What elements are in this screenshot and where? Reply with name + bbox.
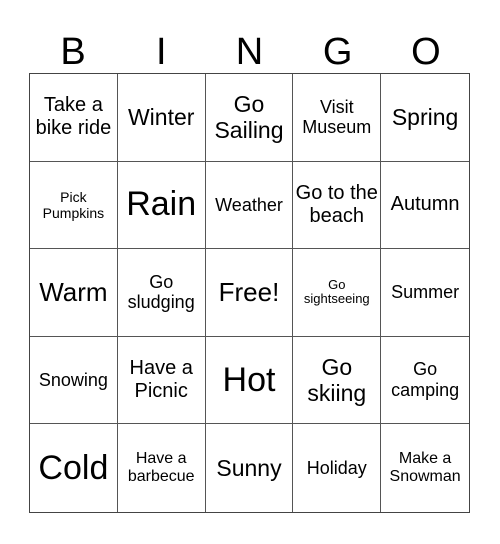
bingo-cell[interactable]: Cold [30,424,118,512]
bingo-cell[interactable]: Take a bike ride [30,74,118,162]
header-letter-g: G [322,31,353,73]
bingo-cell[interactable]: Spring [381,74,469,162]
header-letter-n: N [235,31,264,73]
bingo-cell[interactable]: Sunny [206,424,294,512]
bingo-cell[interactable]: Summer [381,249,469,337]
bingo-cell[interactable]: Autumn [381,162,469,250]
bingo-cell[interactable]: Snowing [30,336,118,425]
bingo-cell[interactable]: Hot [205,336,294,425]
bingo-card-grid: Take a bike ride Winter Go Sailing Visit Mu… [29,73,470,513]
bingo-cell[interactable]: Warm [30,249,118,337]
bingo-cell[interactable]: Rain [117,161,206,250]
bingo-cell[interactable]: Go sludging [117,249,206,337]
bingo-cell[interactable]: Go sightseeing [293,249,382,337]
bingo-cell[interactable]: Make a Snowman [381,424,469,512]
bingo-cell[interactable]: Free! [205,249,294,337]
bingo-cell[interactable]: Pick Pumpkins [30,161,118,250]
bingo-cell[interactable]: Have a barbecue [118,424,206,512]
bingo-header: B I N G O [29,30,470,74]
bingo-cell[interactable]: Visit Museum [293,74,382,162]
header-letter-b: B [60,31,86,73]
bingo-cell[interactable]: Weather [205,161,294,250]
bingo-cell[interactable]: Go camping [381,337,469,425]
bingo-cell[interactable]: Go to the beach [293,161,382,250]
bingo-cell[interactable]: Winter [117,74,206,162]
bingo-cell[interactable]: Go skiing [293,336,382,425]
bingo-cell[interactable]: Holiday [293,424,382,512]
header-letter-o: O [411,31,441,73]
bingo-cell[interactable]: Go Sailing [205,74,294,162]
header-letter-i: I [156,31,167,73]
bingo-cell[interactable]: Have a Picnic [117,336,206,425]
